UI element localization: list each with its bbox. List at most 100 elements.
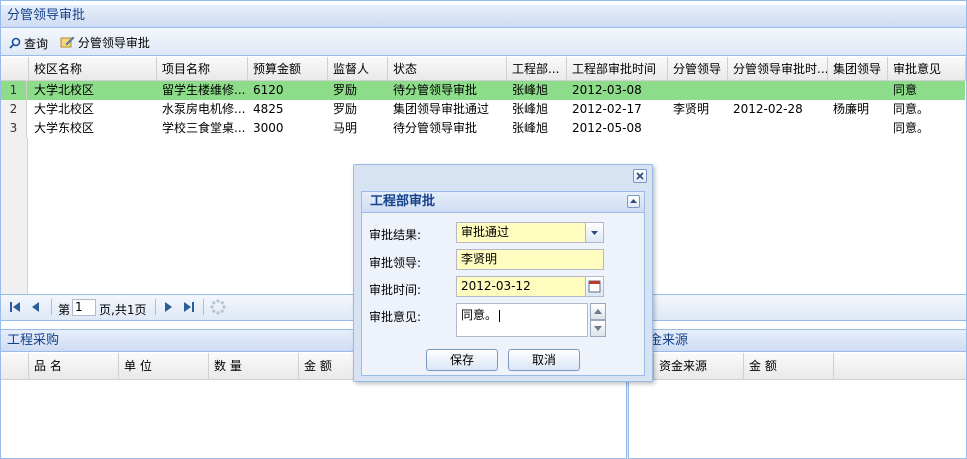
cell-eng-time: 2012-02-17 bbox=[572, 102, 642, 116]
col-campus[interactable]: 校区名称 bbox=[29, 57, 157, 81]
leader-approve-button[interactable]: 分管领导审批 bbox=[56, 32, 154, 52]
purchase-panel-title-text: 工程采购 bbox=[7, 333, 60, 348]
time-label: 审批时间: bbox=[369, 283, 422, 297]
last-page-icon[interactable] bbox=[183, 301, 195, 316]
collapse-icon[interactable] bbox=[627, 195, 640, 208]
col-leader-time[interactable]: 分管领导审批时... bbox=[728, 57, 828, 81]
table-row[interactable]: 3 大学东校区 学校三食堂桌... 3000 马明 待分管领导审批 张峰旭 20… bbox=[1, 119, 965, 138]
result-select-value: 审批通过 bbox=[461, 225, 510, 239]
query-button[interactable]: 查询 bbox=[5, 33, 52, 53]
col-fund-amount[interactable]: 金 额 bbox=[744, 353, 834, 380]
cell-leader-time bbox=[728, 119, 828, 138]
save-button[interactable]: 保存 bbox=[426, 349, 498, 371]
query-button-label: 查询 bbox=[24, 36, 49, 51]
cell-eng-time: 2012-05-08 bbox=[572, 121, 642, 135]
col-eng[interactable]: 工程部... bbox=[507, 57, 567, 81]
pager-separator bbox=[203, 299, 204, 315]
col-budget[interactable]: 预算金额 bbox=[248, 57, 328, 81]
cell-leader bbox=[668, 81, 728, 100]
engineering-approval-section: 工程部审批 审批结果: 审批通过 审批领导: 李贤明 审批时间: 2012-03… bbox=[361, 191, 645, 376]
cell-group-leader bbox=[828, 81, 888, 100]
cell-group-leader: 杨廉明 bbox=[833, 102, 870, 116]
cell-leader-time bbox=[728, 81, 828, 100]
col-eng-time[interactable]: 工程部审批时间 bbox=[567, 57, 668, 81]
opinion-textarea[interactable]: 同意。 bbox=[456, 303, 588, 337]
cell-status: 待分管领导审批 bbox=[393, 121, 478, 135]
cell-campus: 大学东校区 bbox=[34, 121, 95, 135]
rownum-header bbox=[1, 57, 29, 81]
calendar-icon[interactable] bbox=[585, 277, 603, 296]
row-number: 2 bbox=[1, 100, 27, 119]
col-project[interactable]: 项目名称 bbox=[157, 57, 248, 81]
cell-project: 水泵房电机修... bbox=[162, 102, 246, 116]
text-cursor bbox=[499, 309, 501, 322]
cell-campus: 大学北校区 bbox=[34, 102, 95, 116]
spinner-down-icon[interactable] bbox=[590, 320, 606, 337]
leader-field[interactable]: 李贤明 bbox=[456, 249, 604, 270]
cell-opinion: 同意 bbox=[893, 83, 918, 97]
fund-panel-title-text: 金来源 bbox=[649, 333, 689, 348]
section-title-text: 工程部审批 bbox=[370, 194, 436, 209]
row-number: 1 bbox=[1, 81, 27, 100]
cell-budget: 3000 bbox=[253, 121, 284, 135]
col-fund-source[interactable]: 资金来源 bbox=[654, 353, 744, 380]
page-number-input[interactable]: 1 bbox=[72, 299, 96, 316]
page-suffix: 页,共1页 bbox=[99, 303, 147, 317]
cell-project: 留学生楼维修... bbox=[162, 83, 246, 97]
col-group-leader[interactable]: 集团领导 bbox=[828, 57, 888, 81]
first-page-icon[interactable] bbox=[9, 301, 21, 316]
top-toolbar: 查询 分管领导审批 bbox=[1, 28, 966, 56]
col-status[interactable]: 状态 bbox=[388, 57, 507, 81]
table-row[interactable]: 2 大学北校区 水泵房电机修... 4825 罗励 集团领导审批通过 张峰旭 2… bbox=[1, 100, 965, 119]
fund-grid-header: 资金来源 金 额 bbox=[629, 353, 966, 380]
page-prefix: 第 bbox=[58, 303, 71, 317]
leader-label: 审批领导: bbox=[369, 256, 422, 270]
top-panel-title: 分管领导审批 bbox=[1, 5, 966, 28]
cell-leader bbox=[668, 119, 728, 138]
result-label: 审批结果: bbox=[369, 228, 422, 242]
cell-group-leader bbox=[828, 119, 888, 138]
cell-opinion: 同意。 bbox=[893, 121, 930, 135]
cell-budget: 4825 bbox=[253, 102, 284, 116]
cell-eng-time: 2012-03-08 bbox=[572, 83, 642, 97]
col-unit[interactable]: 单 位 bbox=[119, 353, 209, 380]
cell-campus: 大学北校区 bbox=[34, 83, 95, 97]
close-icon[interactable] bbox=[633, 169, 647, 183]
cell-eng: 张峰旭 bbox=[512, 121, 549, 135]
col-supervisor[interactable]: 监督人 bbox=[328, 57, 388, 81]
top-panel-title-text: 分管领导审批 bbox=[7, 8, 86, 23]
cell-opinion: 同意。 bbox=[893, 102, 930, 116]
table-row[interactable]: 1 大学北校区 留学生楼维修... 6120 罗励 待分管领导审批 张峰旭 20… bbox=[1, 81, 965, 100]
section-title: 工程部审批 bbox=[362, 192, 644, 213]
cell-status: 待分管领导审批 bbox=[393, 83, 478, 97]
leader-approve-button-label: 分管领导审批 bbox=[77, 35, 150, 50]
cell-eng: 张峰旭 bbox=[512, 83, 549, 97]
pager-separator bbox=[155, 299, 156, 315]
refresh-icon[interactable] bbox=[210, 299, 226, 318]
cell-project: 学校三食堂桌... bbox=[162, 121, 246, 135]
next-page-icon[interactable] bbox=[163, 301, 173, 316]
date-field[interactable]: 2012-03-12 bbox=[456, 276, 604, 297]
search-icon bbox=[9, 37, 21, 49]
prev-page-icon[interactable] bbox=[31, 301, 41, 316]
col-item-name[interactable]: 品 名 bbox=[29, 353, 119, 380]
date-field-value: 2012-03-12 bbox=[461, 279, 531, 293]
spinner-up-icon[interactable] bbox=[590, 303, 606, 320]
cell-budget: 6120 bbox=[253, 83, 284, 97]
fund-panel-title: 金来源 bbox=[629, 329, 966, 352]
col-leader[interactable]: 分管领导 bbox=[668, 57, 728, 81]
col-quantity[interactable]: 数 量 bbox=[209, 353, 299, 380]
rownum-header bbox=[1, 353, 29, 380]
cancel-button[interactable]: 取消 bbox=[508, 349, 580, 371]
cell-leader-time: 2012-02-28 bbox=[733, 102, 803, 116]
pager-separator bbox=[51, 299, 52, 315]
rownum-gutter bbox=[1, 138, 28, 294]
col-opinion[interactable]: 审批意见 bbox=[888, 57, 966, 81]
opinion-text: 同意。 bbox=[461, 308, 498, 322]
approval-dialog: 工程部审批 审批结果: 审批通过 审批领导: 李贤明 审批时间: 2012-03… bbox=[353, 164, 653, 382]
cell-supervisor: 罗励 bbox=[333, 102, 358, 116]
cell-supervisor: 马明 bbox=[333, 121, 358, 135]
dropdown-icon[interactable] bbox=[585, 223, 603, 242]
result-select[interactable]: 审批通过 bbox=[456, 222, 604, 243]
opinion-label: 审批意见: bbox=[369, 310, 422, 324]
